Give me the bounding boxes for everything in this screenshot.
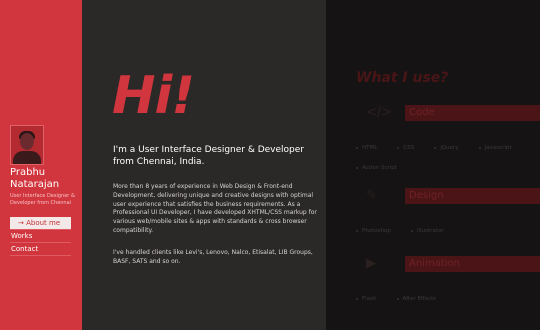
tool-item: CSS — [397, 142, 414, 154]
section-title-code: Code — [405, 105, 540, 121]
tool-item: Javascript — [478, 142, 512, 154]
profile-role: User Interface Designer & Developer from… — [10, 193, 75, 206]
clients-paragraph: I've handled clients like Levi's, Lenovo… — [113, 249, 313, 265]
page: Prabhu Natarajan User Interface Designer… — [0, 0, 540, 330]
tool-item: HTML — [356, 142, 377, 154]
section-title-animation: Animation — [405, 256, 540, 272]
code-tools-list: HTML CSS jQuery Javascript Action Script — [356, 134, 540, 174]
greeting-heading: Hi! — [112, 66, 195, 126]
bullet-icon — [478, 146, 481, 149]
bullet-icon — [356, 297, 358, 300]
bullet-icon — [397, 146, 400, 149]
bullet-icon — [356, 146, 358, 149]
avatar-head — [20, 133, 34, 150]
tool-item: jQuery — [434, 142, 459, 154]
section-title-design: Design — [405, 188, 540, 204]
experience-paragraph: More than 8 years of experience in Web D… — [113, 183, 317, 234]
tool-item: Flash — [356, 293, 376, 305]
about-panel: Hi! I'm a User Interface Designer & Deve… — [82, 0, 326, 330]
intro-text: I'm a User Interface Designer & Develope… — [113, 145, 304, 167]
tool-item: Photoshop — [356, 225, 391, 237]
nav-item-about[interactable]: → About me — [10, 217, 71, 230]
nav-item-contact[interactable]: Contact — [10, 243, 71, 256]
tools-panel: What I use? </> Code HTML CSS jQuery Jav… — [326, 0, 540, 330]
sidebar: Prabhu Natarajan User Interface Designer… — [0, 0, 82, 330]
code-icon: </> — [366, 105, 393, 120]
bullet-icon — [356, 229, 358, 232]
bullet-icon — [434, 146, 437, 149]
avatar-body — [13, 151, 41, 164]
bullet-icon — [356, 166, 358, 169]
tool-item: After Effects — [396, 293, 436, 305]
bullet-icon — [411, 229, 413, 232]
avatar — [10, 125, 44, 165]
tool-item: Illustrator — [411, 225, 444, 237]
nav-item-works[interactable]: Works — [10, 230, 71, 243]
main-nav: → About me Works Contact — [10, 217, 71, 256]
design-tools-list: Photoshop Illustrator — [356, 217, 540, 237]
play-icon: ▶ — [366, 256, 376, 271]
tools-title: What I use? — [356, 70, 449, 86]
pen-icon: ✎ — [366, 188, 377, 203]
profile-name: Prabhu Natarajan — [10, 167, 60, 190]
tool-item: Action Script — [356, 162, 397, 174]
bullet-icon — [396, 297, 399, 300]
animation-tools-list: Flash After Effects — [356, 285, 540, 305]
